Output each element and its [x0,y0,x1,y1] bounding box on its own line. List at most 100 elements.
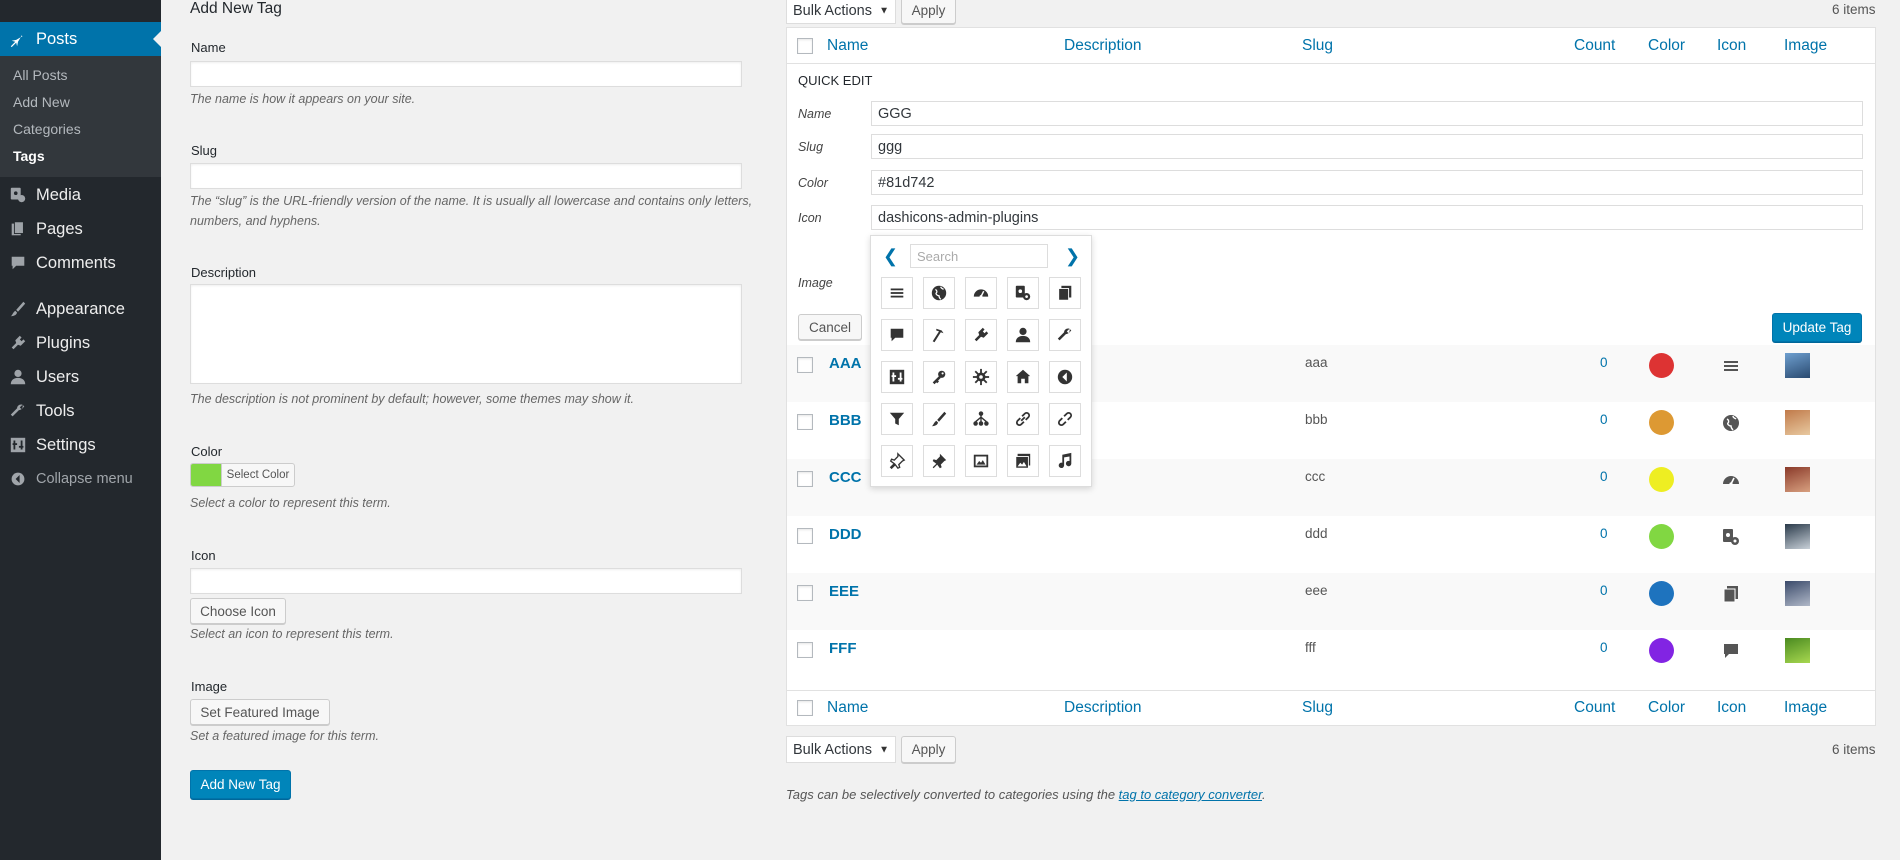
collapse-arrow-icon [0,471,36,487]
column-name-footer[interactable]: Name [827,699,868,717]
bulk-actions-select-bottom[interactable]: Bulk Actions ▼ [786,736,896,763]
tag-description-textarea[interactable] [190,284,742,384]
row-name-link[interactable]: DDD [829,526,862,543]
row-checkbox[interactable] [797,471,813,487]
menu-comments[interactable]: Comments [0,246,161,280]
submenu-add-new[interactable]: Add New [13,94,70,110]
qe-slug-input[interactable]: ggg [871,134,1863,159]
column-name-header[interactable]: Name [827,37,868,55]
menu-users[interactable]: Users [0,360,161,394]
row-checkbox[interactable] [797,642,813,658]
bulk-actions-select-top[interactable]: Bulk Actions ▼ [786,0,896,24]
row-checkbox[interactable] [797,414,813,430]
apply-button-top[interactable]: Apply [901,0,956,24]
choose-icon-button[interactable]: Choose Icon [190,598,286,624]
column-count-header[interactable]: Count [1574,37,1615,55]
qe-color-input[interactable]: #81d742 [871,170,1863,195]
brush-icon[interactable] [923,403,955,435]
settings-grid-icon[interactable] [881,361,913,393]
tag-name-input[interactable] [190,61,742,87]
row-count-link[interactable]: 0 [1600,355,1608,370]
row-checkbox[interactable] [797,528,813,544]
image-icon[interactable] [965,445,997,477]
key-icon[interactable] [923,361,955,393]
row-count-link[interactable]: 0 [1600,583,1608,598]
select-all-checkbox-top[interactable] [797,38,813,54]
copy-icon[interactable] [1049,277,1081,309]
user-icon[interactable] [1007,319,1039,351]
menu-pages[interactable]: Pages [0,212,161,246]
picker-next-icon[interactable]: ❯ [1065,246,1080,267]
media-icon[interactable] [1007,277,1039,309]
column-slug-footer[interactable]: Slug [1302,699,1333,717]
collapse-menu-button[interactable]: Collapse menu [0,466,161,492]
link-icon[interactable] [1007,403,1039,435]
submenu-categories[interactable]: Categories [13,121,81,137]
column-icon-header: Icon [1717,37,1747,54]
row-count-link[interactable]: 0 [1600,469,1608,484]
comment-icon[interactable] [881,319,913,351]
menu-plugins[interactable]: Plugins [0,326,161,360]
menu-media[interactable]: Media [0,178,161,212]
gear-icon[interactable] [965,361,997,393]
qe-icon-input[interactable]: dashicons-admin-plugins [871,205,1863,230]
dashboard-icon[interactable] [965,277,997,309]
menu-settings[interactable]: Settings [0,428,161,462]
qe-name-input[interactable]: GGG [871,101,1863,126]
quick-edit-title: QUICK EDIT [798,73,873,88]
bulk-actions-value: Bulk Actions [793,741,872,758]
column-description-header[interactable]: Description [1064,37,1142,55]
menu-appearance[interactable]: Appearance [0,292,161,326]
set-featured-image-button[interactable]: Set Featured Image [190,699,330,725]
tag-slug-input[interactable] [190,163,742,189]
menu-icon[interactable] [881,277,913,309]
tag-to-category-converter-link[interactable]: tag to category converter [1119,787,1262,802]
row-name-link[interactable]: CCC [829,469,862,486]
pushpin-icon [0,30,36,48]
select-all-checkbox-bottom[interactable] [797,700,813,716]
menu-label: Settings [36,435,96,454]
plugin-icon[interactable] [965,319,997,351]
apply-button-bottom[interactable]: Apply [901,736,956,763]
pushpin-icon[interactable] [881,445,913,477]
hammer-icon[interactable] [923,319,955,351]
menu-posts[interactable]: Posts [0,22,161,56]
picker-prev-icon[interactable]: ❮ [883,246,898,267]
qe-cancel-button[interactable]: Cancel [798,314,862,340]
row-checkbox[interactable] [797,585,813,601]
column-description-footer[interactable]: Description [1064,699,1142,717]
submenu-tags[interactable]: Tags [13,148,45,164]
row-count-link[interactable]: 0 [1600,526,1608,541]
add-new-tag-button[interactable]: Add New Tag [190,770,291,799]
color-picker-button[interactable]: Select Color [190,463,295,487]
globe-icon [1720,412,1742,434]
home-icon[interactable] [1007,361,1039,393]
row-name-link[interactable]: EEE [829,583,859,600]
qe-update-tag-button[interactable]: Update Tag [1772,313,1862,342]
arrow-left-circle-icon[interactable] [1049,361,1081,393]
network-icon[interactable] [965,403,997,435]
filter-icon[interactable] [881,403,913,435]
row-count-link[interactable]: 0 [1600,640,1608,655]
submenu-all-posts[interactable]: All Posts [13,67,67,83]
wrench-icon[interactable] [1049,319,1081,351]
row-name-link[interactable]: AAA [829,355,862,372]
pushpin-filled-icon[interactable] [923,445,955,477]
tag-icon-input[interactable] [190,568,742,594]
table-row: EEE eee 0 [787,573,1875,630]
media-icon [0,186,36,204]
broken-link-icon[interactable] [1049,403,1081,435]
column-slug-header[interactable]: Slug [1302,37,1333,55]
bulk-actions-value: Bulk Actions [793,2,872,19]
globe-icon[interactable] [923,277,955,309]
column-count-footer[interactable]: Count [1574,699,1615,717]
row-name-link[interactable]: FFF [829,640,857,657]
music-icon[interactable] [1049,445,1081,477]
row-name-link[interactable]: BBB [829,412,862,429]
row-thumbnail-image [1785,581,1810,606]
picker-search-input[interactable]: Search [910,244,1048,268]
gallery-icon[interactable] [1007,445,1039,477]
row-checkbox[interactable] [797,357,813,373]
row-count-link[interactable]: 0 [1600,412,1608,427]
menu-tools[interactable]: Tools [0,394,161,428]
